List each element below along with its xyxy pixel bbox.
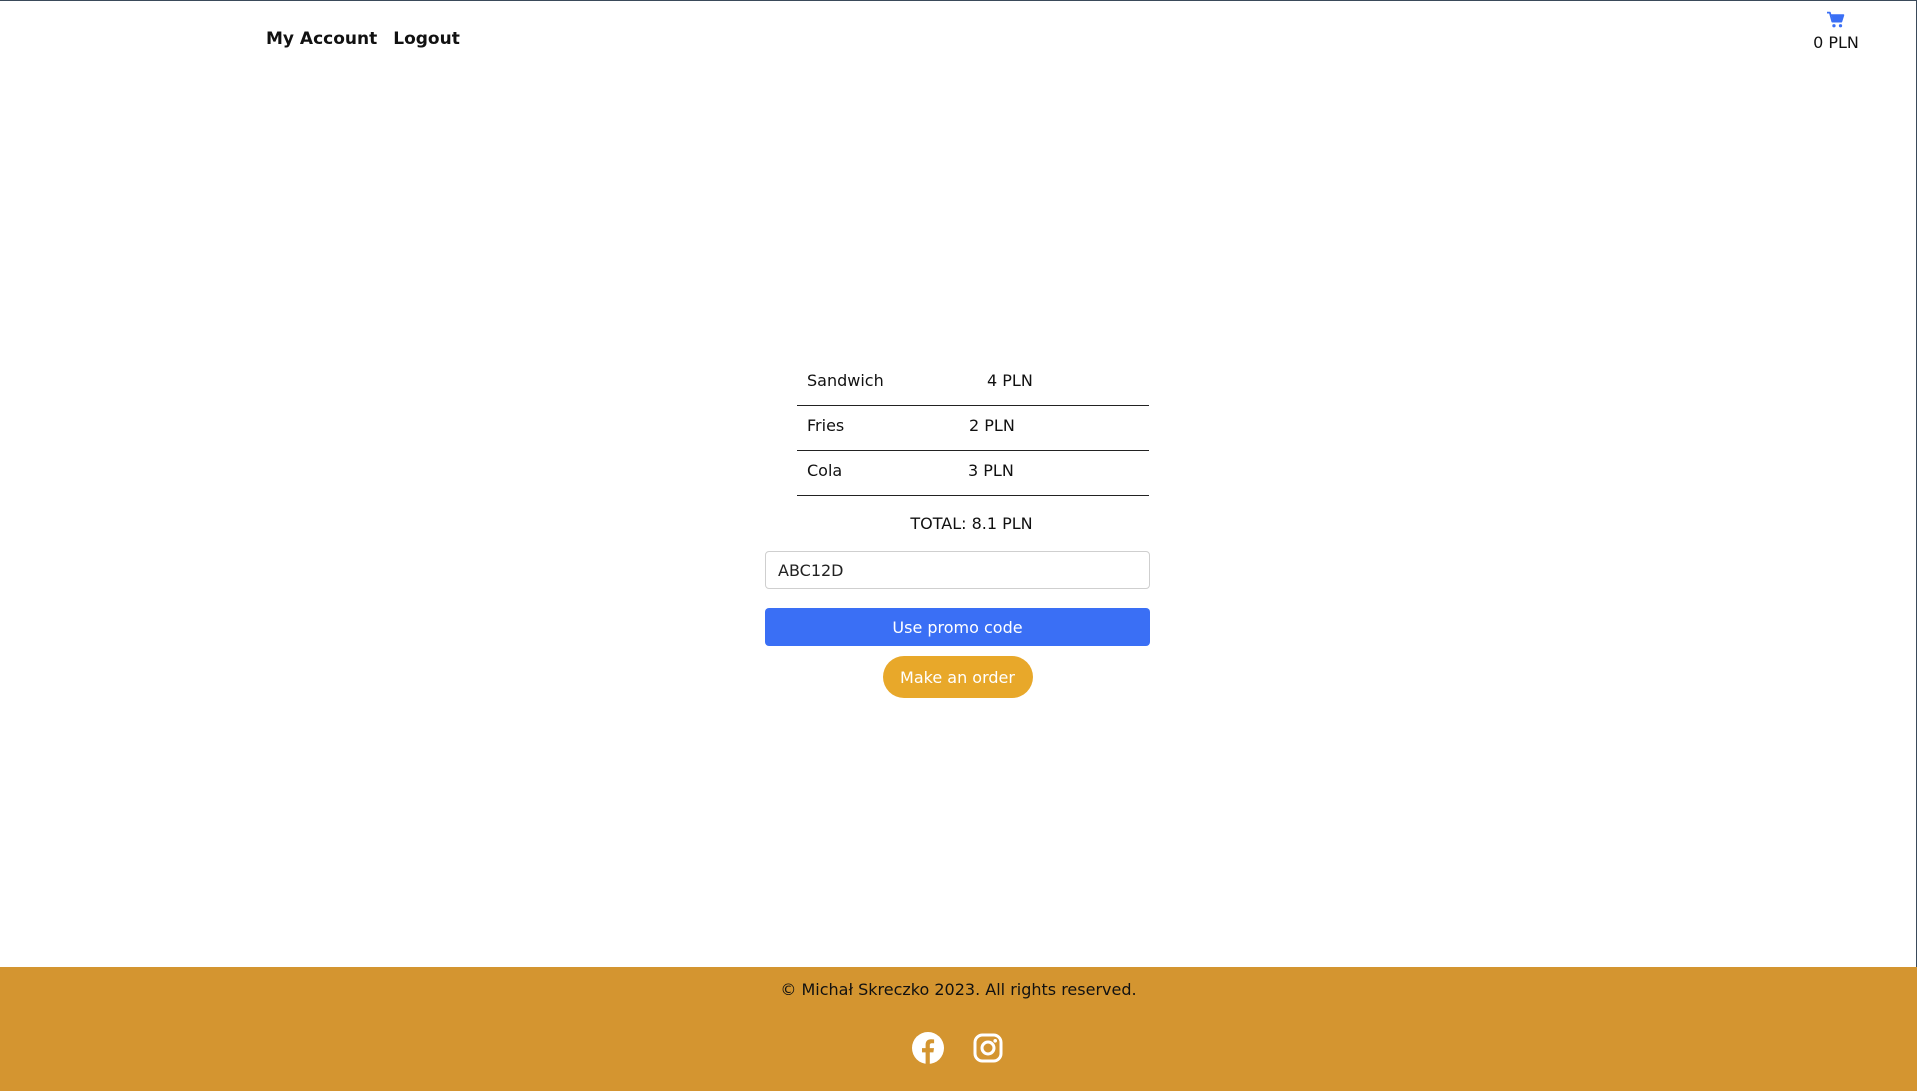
instagram-link[interactable]	[972, 1032, 1004, 1064]
copyright-text: © Michał Skreczko 2023. All rights reser…	[780, 980, 1137, 999]
make-order-button[interactable]: Make an order	[882, 656, 1033, 698]
item-price: 3 PLN	[968, 461, 1014, 480]
item-price: 2 PLN	[969, 416, 1015, 435]
instagram-icon[interactable]	[972, 1032, 1004, 1064]
my-account-link[interactable]: My Account	[266, 29, 377, 49]
cart-item-row: Cola 3 PLN	[797, 451, 1149, 496]
cart-total: 0 PLN	[1813, 33, 1859, 52]
cart-item-row: Fries 2 PLN	[797, 406, 1149, 451]
top-nav: My Account Logout	[266, 29, 460, 49]
promo-code-input[interactable]	[765, 551, 1150, 589]
item-name: Fries	[807, 416, 845, 435]
shopping-cart-icon[interactable]	[1826, 11, 1846, 29]
facebook-icon[interactable]	[912, 1032, 944, 1064]
cart-widget[interactable]: 0 PLN	[1800, 11, 1872, 52]
cart-summary: Sandwich 4 PLN Fries 2 PLN Cola 3 PLN TO…	[765, 361, 1150, 698]
footer: © Michał Skreczko 2023. All rights reser…	[0, 967, 1917, 1091]
social-links	[912, 1032, 1004, 1064]
item-price: 4 PLN	[987, 371, 1033, 390]
header: My Account Logout 0 PLN	[0, 1, 1917, 91]
order-total: TOTAL: 8.1 PLN	[910, 514, 1033, 533]
cart-items-list: Sandwich 4 PLN Fries 2 PLN Cola 3 PLN	[797, 361, 1149, 496]
item-name: Sandwich	[807, 371, 884, 390]
cart-item-row: Sandwich 4 PLN	[797, 361, 1149, 406]
item-name: Cola	[807, 461, 843, 480]
facebook-link[interactable]	[912, 1032, 944, 1064]
logout-link[interactable]: Logout	[393, 29, 460, 49]
use-promo-code-button[interactable]: Use promo code	[765, 608, 1150, 646]
